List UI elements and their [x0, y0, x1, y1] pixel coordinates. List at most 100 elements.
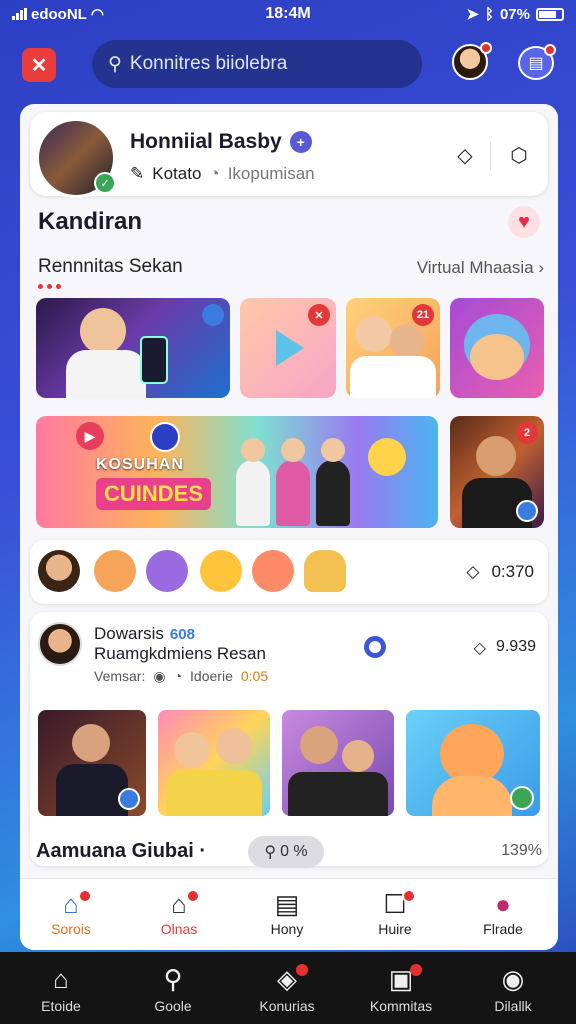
tab-label: Hony: [270, 921, 304, 937]
smile-emoji-icon[interactable]: [94, 550, 136, 592]
tile-badge: ✕: [308, 304, 330, 326]
nav-inbox[interactable]: ▣ Kommitas: [356, 964, 446, 1014]
search-icon: ⚲: [163, 964, 183, 994]
profile-meta-2: Ikopumisan: [227, 164, 315, 183]
promo-banner[interactable]: ▶ KOSUHAN CUINDES: [36, 416, 438, 528]
edit-icon: ✎: [130, 164, 145, 183]
person-thumb: [72, 724, 110, 762]
status-right: ➤ ᛒ 07%: [466, 5, 564, 23]
post-author[interactable]: Dowarsis: [94, 624, 164, 644]
search-bar[interactable]: ⚲ Konnitres biiolebra: [92, 40, 422, 88]
mascot-icon: [440, 724, 504, 784]
tab-profile[interactable]: ● Flrade: [458, 889, 548, 937]
subsection-title: Rennnitas Sekan: [38, 256, 183, 277]
person-body: [350, 356, 436, 398]
mascot-body: [432, 776, 512, 816]
tag-icon[interactable]: ◇: [466, 562, 479, 582]
footer-title-text: Aamuana Giubai: [36, 840, 194, 862]
post-meta-value: Idoerie: [190, 668, 233, 684]
bottom-nav: ⌂ Etoide ⚲ Goole ◈ Konurias ▣ Kommitas ◉…: [0, 952, 576, 1024]
tag-icon[interactable]: ◇: [450, 140, 480, 170]
profile-meta: ✎ Kotato ◔ Ikopumisan: [130, 164, 315, 184]
nav-label: Goole: [154, 998, 192, 1014]
page-dots: [38, 284, 61, 289]
nav-label: Dilallk: [494, 998, 532, 1014]
reaction-avatar[interactable]: [38, 550, 80, 592]
mascot-icon: [470, 334, 524, 380]
profile-card[interactable]: ✓ Honniial Basby + ✎ Kotato ◔ Ikopumisan…: [30, 112, 548, 198]
subsection-link-label: Virtual Mhaasia: [416, 258, 534, 277]
person-body: [288, 772, 388, 816]
battery-icon: [536, 7, 564, 21]
chat-notification-dot: [544, 44, 556, 56]
nav-search[interactable]: ⚲ Goole: [128, 964, 218, 1014]
search-placeholder: Konnitres biiolebra: [129, 53, 288, 74]
person-body: [166, 770, 262, 816]
media-tile-game[interactable]: [36, 298, 230, 398]
house-icon: ⌂: [134, 889, 224, 921]
person-figure: [236, 438, 270, 526]
post-image-1[interactable]: [38, 710, 146, 816]
tab-explore[interactable]: ⌂ Olnas: [134, 889, 224, 937]
verified-icon: +: [289, 131, 312, 153]
banner-people: [236, 438, 350, 526]
person-body: [66, 350, 146, 398]
clock-icon: ◔: [209, 164, 220, 183]
status-bar: edooNL ◠ 18:4M ➤ ᛒ 07%: [0, 0, 576, 28]
person-thumb: [390, 324, 424, 358]
document-icon: ▤: [274, 889, 300, 919]
app-logo-icon[interactable]: ✕: [22, 48, 56, 82]
footer-percent: 139%: [501, 842, 542, 859]
happy-emoji-icon[interactable]: [200, 550, 242, 592]
online-badge-icon: ✓: [94, 172, 116, 194]
nav-home[interactable]: ⌂ Etoide: [16, 964, 106, 1014]
post-meta-extra: 0:05: [240, 668, 269, 684]
location-icon: ➤: [466, 6, 479, 23]
post-author-avatar[interactable]: [38, 622, 82, 666]
post-author-row: Dowarsis 608: [94, 624, 195, 644]
chat-icon: ☐: [350, 889, 440, 921]
reaction-count: ◇ 0:370: [466, 562, 534, 582]
blush-emoji-icon[interactable]: [252, 550, 294, 592]
profile-name-row: Honniial Basby +: [130, 130, 312, 154]
post-meta-label: Vemsar:: [94, 668, 146, 684]
person-thumb: [216, 728, 252, 764]
subsection-link[interactable]: Virtual Mhaasia ›: [417, 258, 544, 278]
media-tile-kids[interactable]: 21: [346, 298, 440, 398]
person-body: [56, 764, 128, 816]
nav-community[interactable]: ◈ Konurias: [242, 964, 332, 1014]
media-tile-video[interactable]: ✕: [240, 298, 336, 398]
person-figure: [276, 438, 310, 526]
tag-icon[interactable]: ◇: [474, 638, 486, 658]
filter-pill[interactable]: ⚲ 0 %: [248, 836, 324, 868]
banner-text: KOSUHAN CUINDES: [96, 456, 212, 510]
nav-profile[interactable]: ◉ Dilallk: [468, 964, 558, 1014]
main-card: ✓ Honniial Basby + ✎ Kotato ◔ Ikopumisan…: [20, 104, 558, 950]
tab-notes[interactable]: ▤ Hony: [242, 889, 332, 937]
battery-percent: 07%: [499, 5, 530, 23]
bear-emoji-icon[interactable]: [304, 550, 346, 592]
heart-icon[interactable]: ♥: [508, 206, 540, 238]
purple-emoji-icon[interactable]: [146, 550, 188, 592]
banner-logo-icon: ▶: [76, 422, 104, 450]
tab-home[interactable]: ⌂ Sorois: [26, 889, 116, 937]
search-icon: ⚲: [108, 53, 122, 75]
profile-name: Honniial Basby: [130, 130, 282, 153]
post-count: ◇ 9.939: [474, 638, 536, 658]
tab-messages[interactable]: ☐ Huire: [350, 889, 440, 937]
bluetooth-icon: ᛒ: [484, 5, 494, 23]
tab-bar: ⌂ Sorois ⌂ Olnas ▤ Hony ☐ Huire ● Flrade: [20, 878, 558, 950]
record-icon[interactable]: [364, 636, 386, 658]
pin-icon: ●: [495, 889, 511, 919]
footer-row: Aamuana Giubai · ⚲ 0 % 139%: [36, 836, 542, 874]
media-tile-performer[interactable]: 2: [450, 416, 544, 528]
tab-label: Flrade: [483, 921, 523, 937]
share-icon[interactable]: ⬡: [504, 140, 534, 170]
post-image-4[interactable]: [406, 710, 540, 816]
post-image-3[interactable]: [282, 710, 394, 816]
eye-icon: ◉: [153, 668, 166, 684]
post-image-2[interactable]: [158, 710, 270, 816]
tab-label: Sorois: [51, 921, 91, 937]
person-thumb: [356, 316, 392, 352]
media-tile-mascot[interactable]: [450, 298, 544, 398]
